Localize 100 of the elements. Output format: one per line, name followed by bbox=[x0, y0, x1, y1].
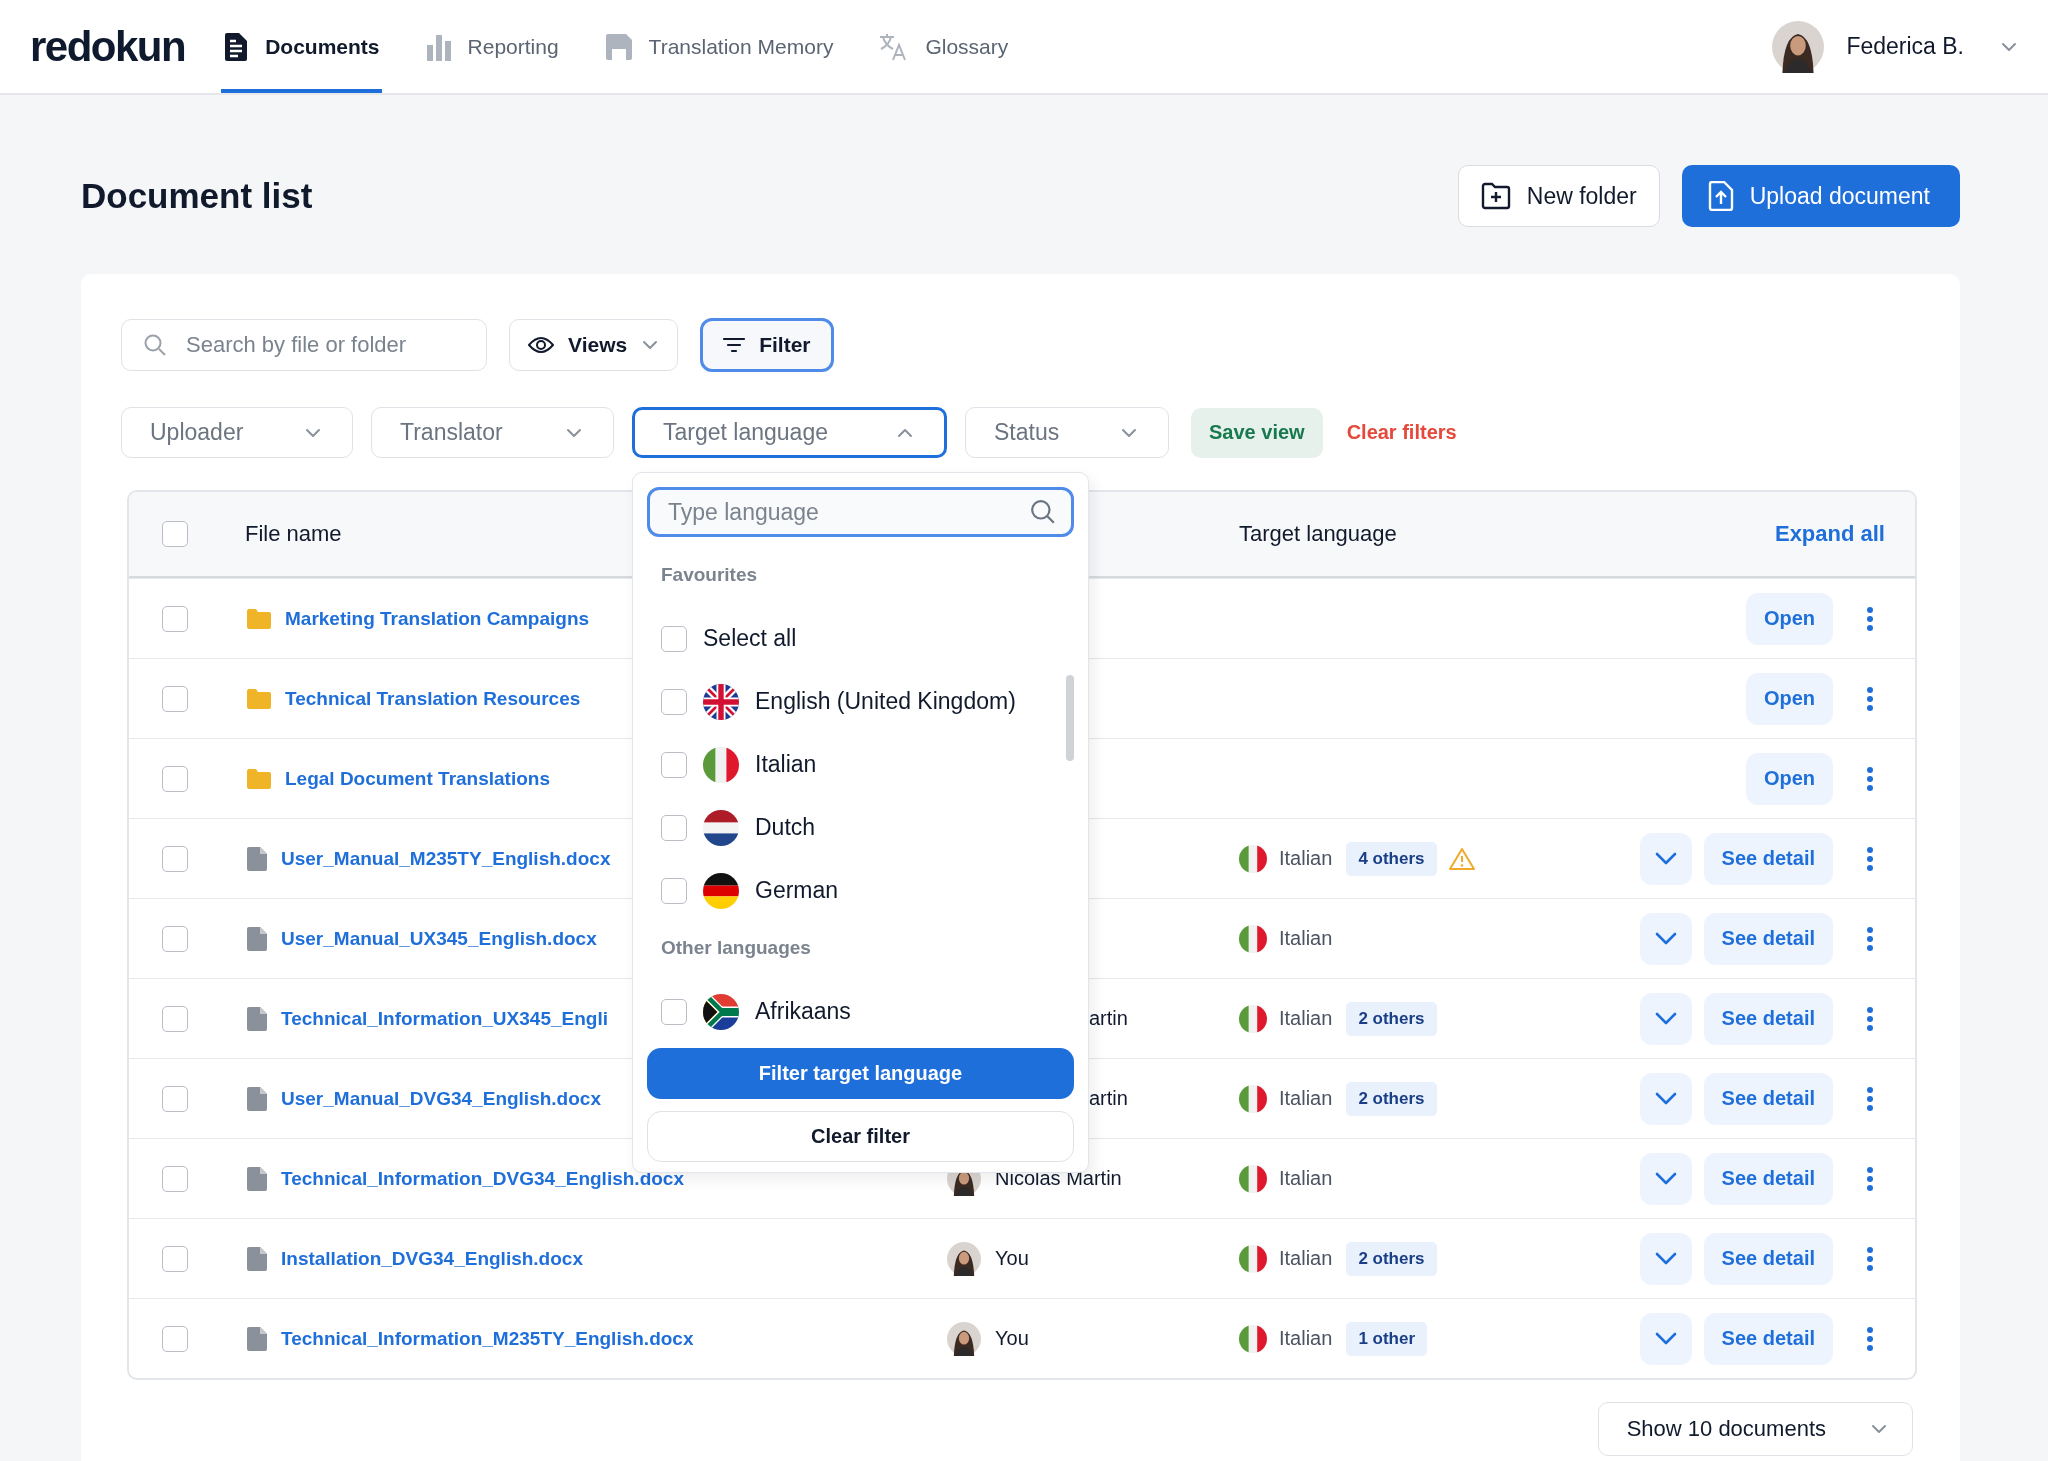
open-button[interactable]: Open bbox=[1745, 672, 1833, 725]
search-icon bbox=[1030, 499, 1056, 525]
language-search-field[interactable]: Type language bbox=[647, 487, 1074, 537]
see-detail-button[interactable]: See detail bbox=[1703, 1072, 1833, 1125]
checkbox[interactable] bbox=[661, 751, 687, 778]
nav-tab[interactable]: Glossary bbox=[877, 0, 1011, 93]
language-option[interactable]: English (United Kingdom) bbox=[661, 670, 1074, 733]
checkbox[interactable] bbox=[661, 625, 687, 652]
open-button[interactable]: Open bbox=[1745, 752, 1833, 805]
kebab-icon bbox=[1866, 845, 1874, 872]
checkbox[interactable] bbox=[661, 877, 687, 904]
filter-dropdown[interactable]: Uploader bbox=[121, 407, 353, 458]
checkbox[interactable] bbox=[162, 845, 188, 872]
language-option[interactable]: Italian bbox=[661, 733, 1074, 796]
flag-icon bbox=[703, 746, 739, 783]
language-option[interactable]: Dutch bbox=[661, 796, 1074, 859]
clear-filters-link[interactable]: Clear filters bbox=[1346, 421, 1457, 444]
checkbox[interactable] bbox=[162, 685, 188, 712]
document-icon bbox=[223, 31, 250, 62]
logo[interactable]: redokun bbox=[30, 22, 186, 71]
language-name: Italian bbox=[1279, 1327, 1333, 1350]
expand-button[interactable] bbox=[1639, 1232, 1692, 1285]
checkbox[interactable] bbox=[162, 1085, 188, 1112]
filter-dropdown[interactable]: Status bbox=[965, 407, 1169, 458]
expand-button[interactable] bbox=[1639, 1072, 1692, 1125]
file-name-link[interactable]: Installation_DVG34_English.docx bbox=[281, 1247, 583, 1270]
search-field[interactable]: Search by file or folder bbox=[121, 319, 487, 371]
file-name-link[interactable]: User_Manual_DVG34_English.docx bbox=[281, 1087, 601, 1110]
file-icon bbox=[247, 1166, 267, 1191]
others-badge[interactable]: 2 others bbox=[1346, 1001, 1437, 1036]
expand-button[interactable] bbox=[1639, 1312, 1692, 1365]
nav-tab[interactable]: Reporting bbox=[423, 0, 561, 93]
clear-filter-button[interactable]: Clear filter bbox=[647, 1111, 1074, 1162]
translator-name: You bbox=[995, 1247, 1029, 1270]
flag-icon bbox=[1239, 1004, 1267, 1033]
chevron-down-icon bbox=[1654, 1171, 1677, 1186]
user-name[interactable]: Federica B. bbox=[1846, 33, 1964, 60]
see-detail-button[interactable]: See detail bbox=[1703, 1312, 1833, 1365]
file-name-link[interactable]: User_Manual_M235TY_English.docx bbox=[281, 847, 611, 870]
checkbox[interactable] bbox=[162, 605, 188, 632]
apply-filter-button[interactable]: Filter target language bbox=[647, 1048, 1074, 1099]
views-dropdown[interactable]: Views bbox=[509, 319, 679, 371]
file-name-link[interactable]: Legal Document Translations bbox=[285, 767, 550, 790]
kebab-icon bbox=[1866, 1005, 1874, 1032]
see-detail-button[interactable]: See detail bbox=[1703, 832, 1833, 885]
expand-button[interactable] bbox=[1639, 832, 1692, 885]
see-detail-button[interactable]: See detail bbox=[1703, 992, 1833, 1045]
checkbox[interactable] bbox=[162, 925, 188, 952]
checkbox[interactable] bbox=[162, 1005, 188, 1032]
file-name-link[interactable]: Technical_Information_UX345_Engli bbox=[281, 1007, 608, 1030]
nav-tab[interactable]: Translation Memory bbox=[602, 0, 836, 93]
language-option[interactable]: Select all bbox=[661, 607, 1074, 670]
file-name-link[interactable]: Technical_Information_DVG34_English.docx bbox=[281, 1167, 684, 1190]
checkbox[interactable] bbox=[162, 521, 188, 547]
others-badge[interactable]: 2 others bbox=[1346, 1081, 1437, 1116]
others-badge[interactable]: 4 others bbox=[1346, 841, 1437, 876]
language-name: Italian bbox=[1279, 1007, 1333, 1030]
file-name-link[interactable]: Technical Translation Resources bbox=[285, 687, 581, 710]
save-view-button[interactable]: Save view bbox=[1191, 407, 1323, 458]
file-name-link[interactable]: Technical_Information_M235TY_English.docx bbox=[281, 1327, 694, 1350]
expand-button[interactable] bbox=[1639, 992, 1692, 1045]
checkbox[interactable] bbox=[162, 1245, 188, 1272]
checkbox[interactable] bbox=[661, 998, 687, 1025]
others-badge[interactable]: 1 other bbox=[1346, 1321, 1428, 1356]
page-size-dropdown[interactable]: Show 10 documents bbox=[1597, 1402, 1913, 1456]
flag-icon bbox=[703, 683, 739, 720]
language-option[interactable]: Afrikaans bbox=[661, 980, 1074, 1042]
file-name-link[interactable]: Marketing Translation Campaigns bbox=[285, 607, 590, 630]
flag-icon bbox=[1239, 1084, 1267, 1113]
checkbox[interactable] bbox=[661, 688, 687, 715]
language-option[interactable]: German bbox=[661, 859, 1074, 922]
others-badge[interactable]: 2 others bbox=[1346, 1241, 1437, 1276]
expand-button[interactable] bbox=[1639, 912, 1692, 965]
filter-dropdown[interactable]: Translator bbox=[371, 407, 614, 458]
see-detail-button[interactable]: See detail bbox=[1703, 1232, 1833, 1285]
checkbox[interactable] bbox=[162, 1325, 188, 1352]
file-name-link[interactable]: User_Manual_UX345_English.docx bbox=[281, 927, 597, 950]
flag-icon bbox=[703, 809, 739, 846]
checkbox[interactable] bbox=[661, 814, 687, 841]
filter-dropdown[interactable]: Target language bbox=[632, 407, 947, 458]
upload-button[interactable]: Upload document bbox=[1681, 165, 1960, 227]
expand-all-link[interactable]: Expand all bbox=[1774, 521, 1885, 547]
flag-icon bbox=[1239, 1324, 1267, 1353]
scrollbar[interactable] bbox=[1066, 675, 1074, 761]
filter-button[interactable]: Filter bbox=[700, 318, 834, 372]
nav-tab[interactable]: Documents bbox=[221, 0, 382, 93]
new-folder-button[interactable]: New folder bbox=[1457, 165, 1660, 227]
translator-name: You bbox=[995, 1327, 1029, 1350]
kebab-icon bbox=[1866, 1245, 1874, 1272]
see-detail-button[interactable]: See detail bbox=[1703, 912, 1833, 965]
flag-icon bbox=[1239, 1164, 1267, 1193]
see-detail-button[interactable]: See detail bbox=[1703, 1152, 1833, 1205]
chevron-down-icon bbox=[1654, 1251, 1677, 1266]
checkbox[interactable] bbox=[162, 1165, 188, 1192]
flag-icon bbox=[1239, 924, 1267, 953]
expand-button[interactable] bbox=[1639, 1152, 1692, 1205]
kebab-icon bbox=[1866, 925, 1874, 952]
file-icon bbox=[247, 846, 267, 871]
open-button[interactable]: Open bbox=[1745, 592, 1833, 645]
checkbox[interactable] bbox=[162, 765, 188, 792]
